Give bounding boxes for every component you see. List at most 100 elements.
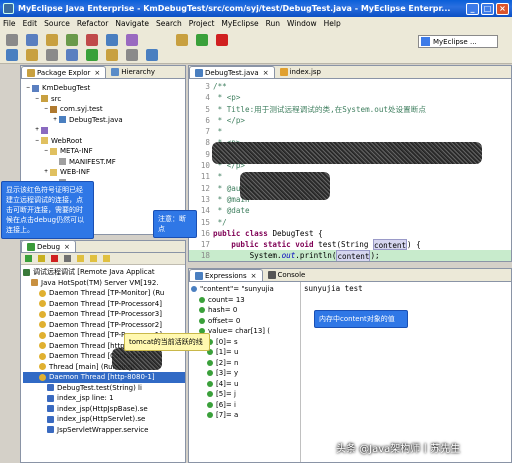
debug-tree-item[interactable]: DebugTest.test(String) li xyxy=(23,383,185,394)
tree-item[interactable]: − KmDebugTest xyxy=(24,83,185,94)
tree-twisty[interactable]: + xyxy=(42,167,50,178)
code-line[interactable]: 6 * </p> xyxy=(189,115,511,126)
close-tab-icon[interactable]: × xyxy=(94,67,100,79)
search-icon[interactable] xyxy=(176,34,188,46)
tree-twisty[interactable]: − xyxy=(33,94,41,105)
debug-tree-item[interactable]: JspServletWrapper.service xyxy=(23,425,185,436)
close-tab-icon[interactable]: × xyxy=(263,67,269,79)
tab-package-explorer[interactable]: Package Explor × xyxy=(21,66,107,79)
resume-icon[interactable] xyxy=(25,255,32,262)
step-return-icon[interactable] xyxy=(103,255,110,262)
expression-item[interactable]: [3]= y xyxy=(191,368,300,379)
menu-search[interactable]: Search xyxy=(156,19,182,28)
tab-expressions[interactable]: Expressions × xyxy=(189,269,263,281)
refresh-icon[interactable] xyxy=(126,49,138,61)
package-icon[interactable] xyxy=(66,49,78,61)
disconnect-icon[interactable] xyxy=(64,255,71,262)
code-line[interactable]: 5 * Title:用于测试远程调试的类,在System.out处设置断点 xyxy=(189,104,511,115)
tree-item[interactable]: MANIFEST.MF xyxy=(24,157,185,168)
debug-tree-item[interactable]: index_jsp line: 1 xyxy=(23,393,185,404)
menu-myeclipse[interactable]: MyEclipse xyxy=(221,19,258,28)
tree-item[interactable]: − src xyxy=(24,94,185,105)
bug-icon[interactable] xyxy=(86,49,98,61)
expression-item[interactable]: "content"= "sunyujia xyxy=(191,284,300,295)
perspective-switcher[interactable]: MyEclipse ... xyxy=(418,35,498,48)
code-line[interactable]: 3/** xyxy=(189,81,511,92)
expression-item[interactable]: count= 13 xyxy=(191,295,300,306)
debug-tree-item[interactable]: Daemon Thread [TP-Processor4] xyxy=(23,299,185,310)
menu-run[interactable]: Run xyxy=(266,19,280,28)
server-icon[interactable] xyxy=(106,34,118,46)
tree-item[interactable]: + DebugTest.java xyxy=(24,115,185,126)
tab-debug[interactable]: Debug × xyxy=(21,241,76,253)
tree-item[interactable]: + xyxy=(24,125,185,136)
tree-twisty[interactable]: − xyxy=(24,83,32,94)
open-icon[interactable] xyxy=(46,49,58,61)
close-tab-icon[interactable]: × xyxy=(64,241,70,253)
code-line[interactable]: 11 * xyxy=(189,171,511,182)
tree-item[interactable]: − com.syj.test xyxy=(24,104,185,115)
deploy-icon[interactable] xyxy=(86,34,98,46)
code-line[interactable]: 12 * @autho xyxy=(189,183,511,194)
code-line[interactable]: 16 public class DebugTest { xyxy=(189,228,511,239)
folder-icon[interactable] xyxy=(106,49,118,61)
terminate-icon[interactable] xyxy=(51,255,58,262)
expression-item[interactable]: offset= 0 xyxy=(191,316,300,327)
tree-twisty[interactable]: + xyxy=(51,115,59,126)
open-type-icon[interactable] xyxy=(126,34,138,46)
debug-tree-item[interactable]: Java HotSpot(TM) Server VM[192. xyxy=(23,278,185,289)
code-line[interactable]: 18 System. out .println(content); xyxy=(189,250,511,261)
code-line[interactable]: 14 * @date xyxy=(189,205,511,216)
tree-twisty[interactable]: − xyxy=(33,136,41,147)
menu-project[interactable]: Project xyxy=(189,19,215,28)
code-line[interactable]: 13 * @main xyxy=(189,194,511,205)
maximize-button[interactable]: □ xyxy=(481,2,494,15)
tree-twisty[interactable]: − xyxy=(42,104,50,115)
menu-source[interactable]: Source xyxy=(44,19,70,28)
code-line[interactable]: 15 */ xyxy=(189,217,511,228)
tab-debugtest-java[interactable]: DebugTest.java × xyxy=(189,66,275,78)
tree-item[interactable]: − META-INF xyxy=(24,146,185,157)
minimize-button[interactable]: _ xyxy=(466,2,479,15)
expression-item[interactable]: [7]= a xyxy=(191,410,300,421)
navigate-icon[interactable] xyxy=(146,49,158,61)
expression-item[interactable]: hash= 0 xyxy=(191,305,300,316)
code-line[interactable]: 7 * xyxy=(189,126,511,137)
menu-window[interactable]: Window xyxy=(287,19,317,28)
debug-icon[interactable] xyxy=(196,34,208,46)
close-button[interactable]: × xyxy=(496,2,509,15)
debug-tree-item[interactable]: Daemon Thread [TP-Monitor] (Ru xyxy=(23,288,185,299)
external-tools-icon[interactable] xyxy=(6,49,18,61)
expression-item[interactable]: [6]= i xyxy=(191,400,300,411)
tree-item[interactable]: − WebRoot xyxy=(24,136,185,147)
close-tab-icon[interactable]: × xyxy=(251,270,257,282)
tab-console[interactable]: Console xyxy=(263,269,311,281)
menu-file[interactable]: File xyxy=(3,19,16,28)
tab-hierarchy[interactable]: Hierarchy xyxy=(106,66,160,78)
menu-navigate[interactable]: Navigate xyxy=(115,19,149,28)
step-into-icon[interactable] xyxy=(77,255,84,262)
run-icon[interactable] xyxy=(216,34,228,46)
menu-edit[interactable]: Edit xyxy=(23,19,38,28)
tab-index-jsp[interactable]: index.jsp xyxy=(275,66,326,78)
new-class-icon[interactable] xyxy=(26,49,38,61)
step-over-icon[interactable] xyxy=(90,255,97,262)
expression-item[interactable]: [5]= j xyxy=(191,389,300,400)
new-icon[interactable] xyxy=(6,34,18,46)
debug-tree-item[interactable]: Daemon Thread [http-8080-1] xyxy=(23,372,185,383)
tree-twisty[interactable]: − xyxy=(42,146,50,157)
menu-refactor[interactable]: Refactor xyxy=(77,19,108,28)
print-icon[interactable] xyxy=(46,34,58,46)
save-icon[interactable] xyxy=(26,34,38,46)
debug-tree-item[interactable]: index_jsp(HttpJspBase).se xyxy=(23,404,185,415)
code-editor[interactable]: 3/** 4 * <p> 5 * Title:用于测试远程调试的类,在System.… xyxy=(189,79,511,261)
expression-item[interactable]: [2]= n xyxy=(191,358,300,369)
debug-tree-item[interactable]: Daemon Thread [TP-Processor2] xyxy=(23,320,185,331)
build-icon[interactable] xyxy=(66,34,78,46)
code-line[interactable]: 17 public static void test(String conten… xyxy=(189,239,511,251)
debug-tree-item[interactable]: index_jsp(HttpServlet).se xyxy=(23,414,185,425)
code-line[interactable]: 4 * <p> xyxy=(189,92,511,103)
debug-tree-item[interactable]: Daemon Thread [TP-Processor3] xyxy=(23,309,185,320)
menu-help[interactable]: Help xyxy=(324,19,341,28)
debug-tree-item[interactable]: 调试远程调试 [Remote Java Applicat xyxy=(23,267,185,278)
